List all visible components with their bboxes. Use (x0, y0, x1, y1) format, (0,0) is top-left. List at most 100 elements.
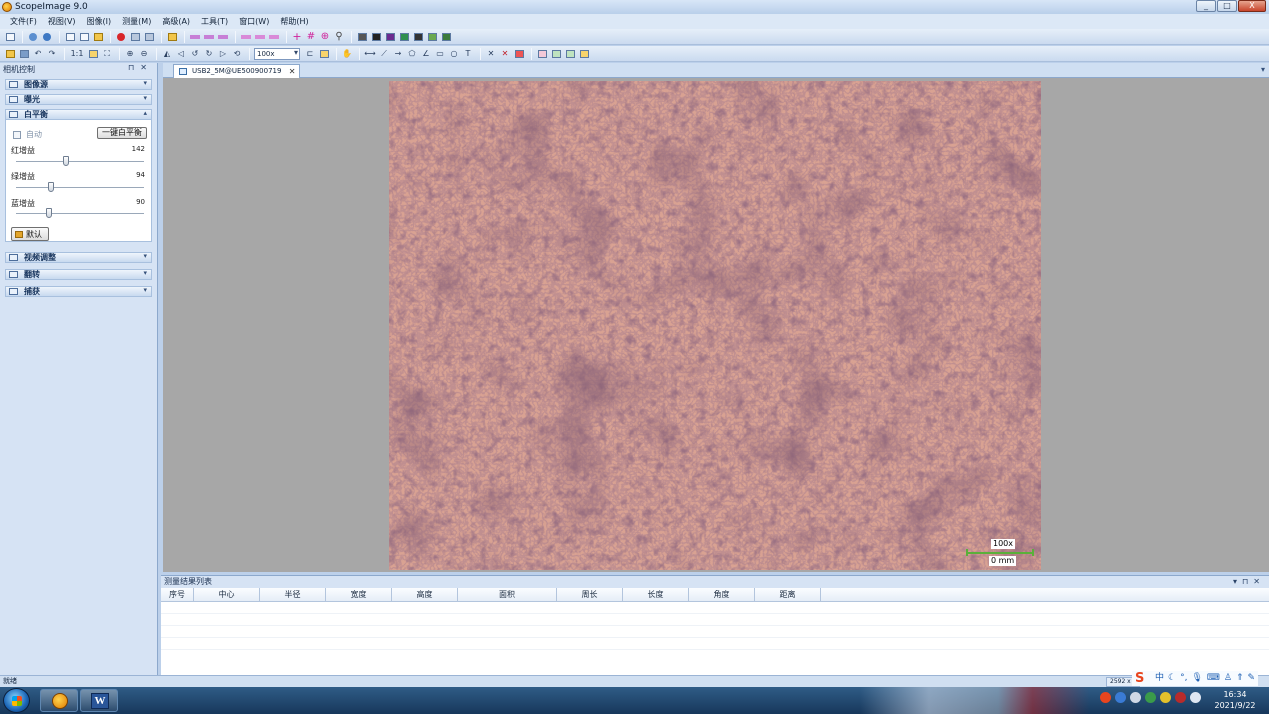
col-length[interactable]: 长度 (623, 588, 689, 601)
open-icon[interactable] (4, 48, 16, 60)
zoom-out-icon[interactable]: ⊖ (138, 48, 150, 60)
dark-filter-icon[interactable] (412, 31, 424, 43)
col-angle[interactable]: 角度 (689, 588, 755, 601)
section-image-source[interactable]: 图像源 ▾ (5, 79, 152, 90)
arrow-double-icon[interactable] (254, 31, 266, 43)
record-icon[interactable] (115, 31, 127, 43)
section-flip[interactable]: 翻转 ▾ (5, 269, 152, 280)
start-button[interactable] (3, 688, 30, 713)
delete-icon[interactable]: ✕ (485, 48, 497, 60)
zoom-in-icon[interactable]: ⊕ (124, 48, 136, 60)
capture-icon[interactable] (4, 31, 16, 43)
section-capture[interactable]: 捕获 ▾ (5, 286, 152, 297)
security-tray-icon[interactable] (1160, 692, 1171, 703)
crosshair-icon[interactable]: + (291, 30, 303, 43)
taskbar-word[interactable]: W (80, 689, 118, 712)
col-center[interactable]: 中心 (194, 588, 260, 601)
export-icon[interactable] (426, 31, 438, 43)
col-perimeter[interactable]: 周长 (557, 588, 623, 601)
calibration-icon[interactable]: ⊏ (304, 48, 316, 60)
network-tray-icon[interactable] (1175, 692, 1186, 703)
reset-icon[interactable]: ⟲ (231, 48, 243, 60)
ime-mic-icon[interactable]: 🎙 (1191, 673, 1202, 684)
results-panel-buttons[interactable]: ▾⊓✕ (1233, 576, 1265, 588)
one-click-white-balance-button[interactable]: 一键白平衡 (97, 127, 147, 139)
shield-tray-icon[interactable] (1145, 692, 1156, 703)
col-area[interactable]: 面积 (458, 588, 557, 601)
delete-all-icon[interactable]: ✕ (499, 48, 511, 60)
hand-icon[interactable]: ✋ (341, 48, 353, 60)
pause-icon[interactable] (129, 31, 141, 43)
fit-window-icon[interactable] (87, 48, 99, 60)
auto-checkbox-row[interactable]: 自动 (13, 129, 42, 140)
green-gain-slider-thumb[interactable] (47, 182, 54, 192)
menu-help[interactable]: 帮助(H) (280, 16, 308, 27)
blue-gain-slider[interactable] (16, 213, 144, 214)
flip-left-icon[interactable]: ◁ (175, 48, 187, 60)
menu-view[interactable]: 视图(V) (48, 16, 76, 27)
red-gain-slider[interactable] (16, 161, 144, 162)
image-viewer[interactable]: 100x 0 mm (163, 78, 1269, 572)
grid-icon[interactable]: # (305, 31, 317, 43)
one-to-one-button[interactable]: 1:1 (69, 48, 85, 60)
menu-file[interactable]: 文件(F) (10, 16, 37, 27)
menu-window[interactable]: 窗口(W) (239, 16, 269, 27)
ime-toolbar[interactable]: S 中 ☾ °, 🎙 ⌨ ♙ ⇑ ✎ (1132, 671, 1259, 686)
align-left-icon[interactable] (189, 31, 201, 43)
panel-buttons[interactable]: ⊓✕ (128, 63, 153, 72)
sogou-ime-icon[interactable]: S (1135, 671, 1151, 686)
grid-view-icon[interactable] (578, 48, 590, 60)
zoom-select[interactable]: 100x (254, 47, 300, 60)
text-tool-icon[interactable]: T (462, 48, 474, 60)
col-radius[interactable]: 半径 (260, 588, 326, 601)
taskbar-scopeimage[interactable] (40, 689, 78, 712)
help-tray-icon[interactable] (1115, 692, 1126, 703)
ime-user-icon[interactable]: ♙ (1224, 673, 1232, 684)
fullscreen-icon[interactable]: ⛶ (101, 48, 113, 60)
taskbar-clock[interactable]: 16:34 2021/9/22 (1205, 689, 1265, 711)
image-mode-icon[interactable] (356, 31, 368, 43)
pen-tray-icon[interactable] (1130, 692, 1141, 703)
ime-settings-icon[interactable]: ✎ (1248, 673, 1256, 684)
volume-tray-icon[interactable] (1190, 692, 1201, 703)
calibration-select-icon[interactable] (318, 48, 330, 60)
maximize-button[interactable]: □ (1217, 0, 1237, 12)
purple-filter-icon[interactable] (384, 31, 396, 43)
color-picker-icon[interactable] (513, 48, 525, 60)
section-video-adjust[interactable]: 视频调整 ▾ (5, 252, 152, 263)
col-width[interactable]: 宽度 (326, 588, 392, 601)
redo-icon[interactable]: ↷ (46, 48, 58, 60)
multi-snapshot-icon[interactable] (78, 31, 90, 43)
stop-icon[interactable] (143, 31, 155, 43)
rectangle-tool-icon[interactable]: ▭ (434, 48, 446, 60)
red-gain-slider-thumb[interactable] (62, 156, 69, 166)
polyline-tool-icon[interactable]: ⟋ (378, 48, 390, 60)
close-button[interactable]: X (1238, 0, 1266, 12)
layers-icon[interactable] (564, 48, 576, 60)
open-folder-icon[interactable] (166, 31, 178, 43)
ime-skin-icon[interactable]: ⇑ (1236, 673, 1244, 684)
undo-icon[interactable]: ↶ (32, 48, 44, 60)
table-icon[interactable] (536, 48, 548, 60)
target-icon[interactable]: ⊕ (319, 31, 331, 43)
polygon-tool-icon[interactable]: ⬠ (406, 48, 418, 60)
report-icon[interactable] (440, 31, 452, 43)
micrograph-image[interactable]: 100x 0 mm (389, 81, 1041, 570)
menu-advanced[interactable]: 高级(A) (162, 16, 190, 27)
menu-tools[interactable]: 工具(T) (201, 16, 228, 27)
rotate-left-icon[interactable]: ↺ (189, 48, 201, 60)
green-filter-icon[interactable] (398, 31, 410, 43)
col-index[interactable]: 序号 (161, 588, 194, 601)
arrow-tool-icon[interactable]: → (392, 48, 404, 60)
section-exposure[interactable]: 曝光 ▾ (5, 94, 152, 105)
ime-moon-icon[interactable]: ☾ (1168, 673, 1176, 684)
arrow-end-icon[interactable] (268, 31, 280, 43)
play-icon[interactable] (27, 31, 39, 43)
circle-tool-icon[interactable]: ○ (448, 48, 460, 60)
color-mode-icon[interactable] (370, 31, 382, 43)
line-tool-icon[interactable]: ⟷ (364, 48, 376, 60)
tab-list-dropdown-icon[interactable]: ▾ (1261, 65, 1265, 74)
rotate-right-icon[interactable]: ↻ (203, 48, 215, 60)
col-distance[interactable]: 距离 (755, 588, 821, 601)
ime-keyboard-icon[interactable]: ⌨ (1207, 673, 1220, 684)
